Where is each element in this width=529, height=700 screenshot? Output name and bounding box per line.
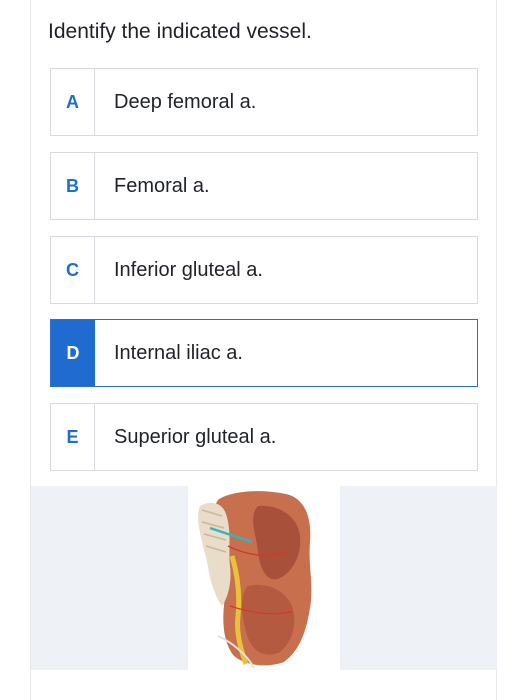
option-label: Inferior gluteal a. <box>114 258 263 281</box>
option-label: Superior gluteal a. <box>114 425 277 448</box>
anatomy-illustration <box>188 486 340 670</box>
option-e[interactable]: E Superior gluteal a. <box>50 403 478 471</box>
anatomy-figure <box>188 486 340 670</box>
option-letter: C <box>51 237 95 303</box>
option-letter: E <box>51 404 95 470</box>
option-label: Internal iliac a. <box>114 341 243 364</box>
option-letter: A <box>51 69 95 135</box>
option-d[interactable]: D Internal iliac a. <box>50 319 478 387</box>
option-label: Deep femoral a. <box>114 90 257 113</box>
option-a[interactable]: A Deep femoral a. <box>50 68 478 136</box>
option-b[interactable]: B Femoral a. <box>50 152 478 220</box>
option-label: Femoral a. <box>114 174 210 197</box>
option-c[interactable]: C Inferior gluteal a. <box>50 236 478 304</box>
question-text: Identify the indicated vessel. <box>48 20 312 43</box>
option-letter: D <box>51 320 95 386</box>
option-letter: B <box>51 153 95 219</box>
